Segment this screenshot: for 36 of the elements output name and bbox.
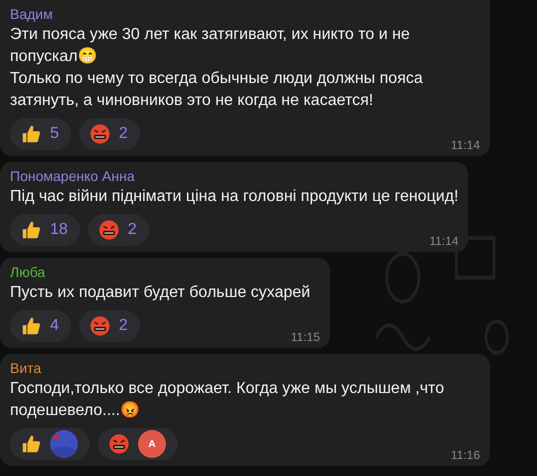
thumbs-up-icon [20, 315, 42, 337]
message-time: 11:14 [429, 234, 458, 248]
message-text: Только по чему то всегда обычные люди должны пояса затянуть, а чиновников это не когда не касается! [10, 69, 424, 111]
reaction-count: 2 [128, 221, 137, 239]
user-avatar: A [138, 430, 166, 458]
reaction-button[interactable]: 2 [88, 214, 149, 246]
reaction-count: 2 [118, 125, 128, 143]
message-time: 11:16 [450, 448, 480, 462]
reaction-count: 2 [118, 317, 128, 335]
author-name: Вита [10, 359, 42, 378]
reaction-count: 18 [50, 221, 68, 239]
message-text: Эти пояса уже 30 лет как затягивают, их никто то и не попускал😁 [10, 25, 411, 67]
angry-face-icon [98, 219, 120, 241]
author-name: Люба [10, 263, 46, 282]
author-name: Пономаренко Анна [10, 167, 136, 186]
reaction-count: 4 [50, 317, 59, 335]
message-text: Під час війни піднімати ціна на головні продукти це геноцид! [10, 187, 458, 207]
reaction-button[interactable]: 18 [10, 214, 80, 246]
reaction-button[interactable]: 2 [78, 310, 140, 342]
angry-face-icon [88, 123, 111, 145]
message-text: Пусть их подавит будет больше сухарей [10, 283, 312, 303]
reaction-count: 5 [50, 125, 59, 143]
message-time: 11:15 [290, 330, 320, 344]
reaction-button[interactable]: 2 [78, 118, 140, 150]
angry-face-icon [88, 315, 111, 337]
reaction-button[interactable]: 4 [10, 310, 71, 342]
angry-face-icon [108, 433, 130, 455]
thumbs-up-icon [20, 219, 42, 241]
thumbs-up-icon [20, 433, 42, 455]
author-name: Вадим [10, 5, 54, 24]
reaction-button[interactable]: A [98, 428, 178, 460]
reaction-button[interactable]: 5 [10, 118, 71, 150]
reaction-button[interactable] [10, 428, 90, 460]
message-text: Господи,только все дорожает. Когда уже мы услышем ,что подешевело....😡 [10, 379, 446, 421]
message-time: 11:14 [450, 138, 480, 152]
thumbs-up-icon [20, 123, 42, 145]
